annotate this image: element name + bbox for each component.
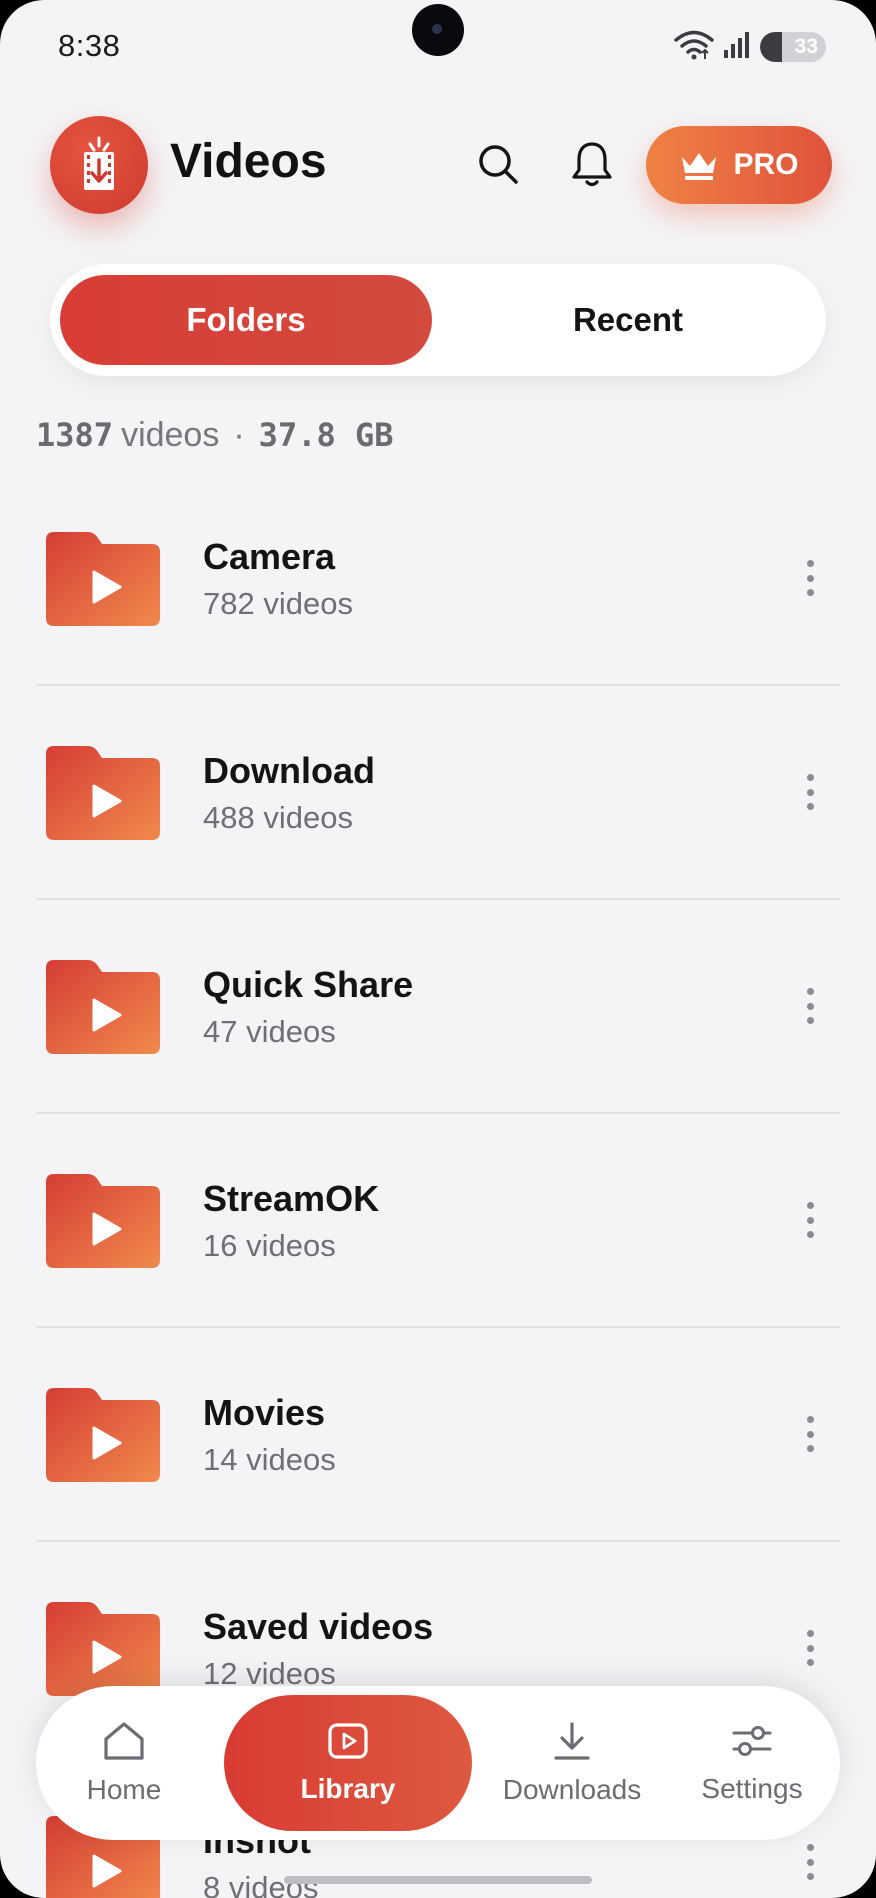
front-camera (412, 4, 464, 56)
folder-name: Saved videos (203, 1606, 434, 1647)
nav-downloads[interactable]: Downloads (484, 1686, 660, 1840)
home-icon (104, 1722, 144, 1760)
status-time: 8:38 (58, 28, 121, 63)
more-options-button[interactable] (796, 1196, 824, 1244)
more-vertical-icon (806, 988, 814, 995)
view-tabs: Folders Recent (50, 264, 826, 376)
home-indicator (284, 1876, 592, 1884)
nav-downloads-label: Downloads (502, 1774, 642, 1805)
app-screen: 8:38 33 Videos PRO Folders Recent 1387 v… (0, 0, 876, 1898)
storage-size: 37.8 GB (258, 416, 394, 454)
video-count: 1387 (36, 416, 114, 454)
more-options-button[interactable] (796, 1410, 824, 1458)
folder-video-count: 14 videos (203, 1442, 336, 1477)
bell-icon (572, 142, 612, 187)
folder-name: Download (203, 750, 375, 791)
folder-name: StreamOK (203, 1178, 380, 1219)
notifications-button[interactable] (562, 134, 622, 194)
more-options-button[interactable] (796, 1624, 824, 1672)
more-options-button[interactable] (796, 1838, 824, 1886)
folder-row[interactable]: Quick Share 47 videos (0, 900, 876, 1114)
folder-video-count: 47 videos (203, 1014, 336, 1049)
battery-percent: 33 (794, 35, 818, 58)
crown-icon (682, 153, 717, 180)
library-summary: 1387 videos · 37.8 GB (36, 416, 394, 455)
status-bar: 8:38 33 (0, 0, 876, 96)
video-folder-icon (46, 1388, 160, 1482)
nav-settings-label: Settings (701, 1773, 803, 1804)
folder-row[interactable]: Movies 14 videos (0, 1328, 876, 1542)
folder-name: Quick Share (203, 964, 414, 1005)
search-icon (479, 145, 518, 184)
video-folder-icon (46, 960, 160, 1054)
folder-video-count: 488 videos (203, 800, 353, 835)
folder-row[interactable]: Camera 782 videos (0, 472, 876, 686)
tab-recent[interactable]: Recent (442, 275, 814, 365)
video-folder-icon (46, 746, 160, 840)
film-download-icon (84, 136, 114, 190)
wifi-icon (674, 29, 714, 66)
more-options-button[interactable] (796, 768, 824, 816)
cell-signal-icon (722, 30, 752, 65)
battery-indicator: 33 (760, 32, 826, 62)
nav-library[interactable]: Library (224, 1695, 472, 1831)
folder-video-count: 8 videos (203, 1870, 319, 1898)
battery-fill (760, 32, 782, 62)
folder-video-count: 782 videos (203, 586, 353, 621)
more-options-button[interactable] (796, 982, 824, 1030)
more-vertical-icon (806, 1416, 814, 1423)
bottom-navigation: Home Library Downloads Settings (36, 1686, 840, 1840)
search-button[interactable] (468, 134, 528, 194)
more-options-button[interactable] (796, 554, 824, 602)
nav-home-label: Home (86, 1774, 162, 1805)
nav-library-label: Library (300, 1773, 396, 1804)
pro-label: PRO (733, 148, 799, 181)
app-logo[interactable] (50, 116, 148, 214)
play-square-icon (328, 1723, 368, 1759)
more-vertical-icon (806, 1844, 814, 1851)
page-title: Videos (170, 135, 327, 188)
folder-video-count: 16 videos (203, 1228, 336, 1263)
video-folder-icon (46, 1602, 160, 1696)
sliders-icon (732, 1726, 772, 1756)
more-vertical-icon (806, 774, 814, 781)
more-vertical-icon (806, 1202, 814, 1209)
summary-separator: · (233, 416, 245, 454)
video-count-unit: videos (121, 416, 220, 454)
tab-folders[interactable]: Folders (60, 275, 432, 365)
pro-upgrade-button[interactable]: PRO (646, 126, 832, 204)
nav-home[interactable]: Home (36, 1686, 212, 1840)
nav-settings[interactable]: Settings (664, 1686, 840, 1840)
folder-row[interactable]: StreamOK 16 videos (0, 1114, 876, 1328)
folder-name: Movies (203, 1392, 326, 1433)
video-folder-icon (46, 532, 160, 626)
video-folder-icon (46, 1174, 160, 1268)
download-icon (554, 1722, 590, 1760)
more-vertical-icon (806, 1630, 814, 1637)
folder-name: Camera (203, 536, 336, 577)
more-vertical-icon (806, 560, 814, 567)
status-icons: 33 (674, 30, 826, 64)
folder-row[interactable]: Download 488 videos (0, 686, 876, 900)
